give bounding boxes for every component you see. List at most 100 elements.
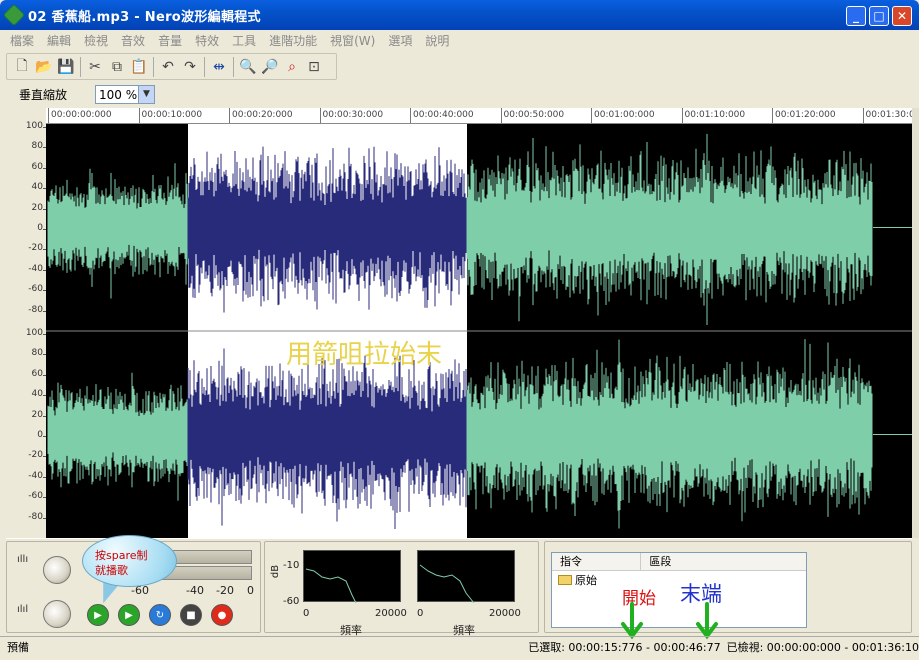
ruler-tick: 00:00:30:000 [319,108,383,123]
zoom-select[interactable]: 100 % ▼ [95,85,156,104]
copy-icon[interactable]: ⧉ [106,56,128,78]
amplitude-label: -60 [28,284,43,295]
menu-window[interactable]: 視窗(W) [330,32,375,49]
meter-label: 0 [247,584,254,597]
balance-icon: ılıl [17,604,29,615]
amplitude-label: 0 [37,430,43,440]
maximize-button[interactable]: □ [869,6,889,26]
zoom-selection-icon[interactable]: ⌕ [281,56,303,78]
menu-edit[interactable]: 編輯 [47,32,71,49]
freq-tick: 0 [303,608,310,619]
zoom-out-icon[interactable]: 🔎 [259,56,281,78]
amplitude-label: 40 [31,182,43,193]
menu-tools[interactable]: 工具 [232,32,256,49]
balance-knob[interactable] [43,600,71,628]
time-ruler[interactable]: 00:00:00:000 00:00:10:000 00:00:20:000 00:0… [46,108,912,124]
ruler-tick: 00:01:00:000 [591,108,655,123]
zoom-value: 100 % [99,87,138,102]
window-title: 02 香蕉船.mp3 - Nero波形編輯程式 [28,9,261,25]
bubble-line: 按spare制 [95,549,148,562]
amplitude-label: -40 [28,470,43,481]
play-selection-icon[interactable]: ▶ [118,604,140,626]
amplitude-label: 40 [31,389,43,400]
paste-icon[interactable]: 📋 [128,56,150,78]
amplitude-scale: 100 80 60 40 20 0 -20 -40 -60 -80 100 80 60 40 20 0 -20 -… [6,121,46,538]
spectrum-panel: dB -10 -60 0 20000 0 20000 頻率 頻率 [264,541,539,637]
zoom-full-icon[interactable]: ⊡ [303,56,325,78]
amplitude-label: 20 [31,409,43,420]
header-segment[interactable]: 區段 [641,553,806,570]
header-command[interactable]: 指令 [552,553,642,570]
redo-icon[interactable]: ↷ [179,56,201,78]
amplitude-label: 100 [25,328,43,338]
transport-panel: ıllı ılıl -60 -40 -20 0 按spare制 就播歌 ▶ ▶ … [6,535,261,633]
toolbar-separator [233,56,234,77]
amplitude-label: 80 [31,141,43,152]
waveform-canvas[interactable] [46,124,912,538]
toolbar-separator [153,56,154,77]
hint-bubble: 按spare制 就播歌 [82,535,177,587]
status-checked: 已檢視: 00:00:00:000 - 00:01:36:10 [726,640,919,654]
minimize-button[interactable]: _ [846,6,866,26]
menu-volume[interactable]: 音量 [158,32,182,49]
list-item[interactable]: 原始 [552,571,806,589]
command-panel: 指令 區段 原始 開始 末端 [544,541,912,640]
meter-label: -40 [186,584,204,597]
waveform-view[interactable]: 用箭咀拉始末 [46,124,912,538]
amplitude-label: 80 [31,348,43,359]
db-tick: -60 [283,596,300,607]
fit-icon[interactable]: ⇹ [208,56,230,78]
menu-file[interactable]: 檔案 [10,32,34,49]
amplitude-label: 20 [31,202,43,213]
ruler-tick: 00:00:10:000 [138,108,202,123]
loop-icon[interactable]: ↻ [149,604,171,626]
ruler-tick: 00:00:20:000 [229,108,293,123]
command-name: 原始 [575,574,597,587]
menu-bar: 檔案 編輯 檢視 音效 音量 特效 工具 進階功能 視窗(W) 選項 說明 [0,30,919,51]
new-icon[interactable]: 🗋 [11,56,33,78]
menu-view[interactable]: 檢視 [84,32,108,49]
status-bar: 預備 已選取: 00:00:15:776 - 00:00:46:77 已檢視: … [0,636,919,656]
spectrum-graph-right [417,550,515,603]
amplitude-label: 60 [31,161,43,172]
save-icon[interactable]: 💾 [55,56,77,78]
menu-effects[interactable]: 音效 [121,32,145,49]
vertical-scrollbar[interactable] [912,108,919,538]
menu-advanced[interactable]: 進階功能 [269,32,317,49]
title-bar: 02 香蕉船.mp3 - Nero波形編輯程式 _ □ ✕ [0,0,919,30]
volume-knob[interactable] [43,556,71,584]
toolbar: 🗋 📂 💾 ✂ ⧉ 📋 ↶ ↷ ⇹ 🔍 🔎 ⌕ ⊡ [6,53,337,80]
cut-icon[interactable]: ✂ [84,56,106,78]
ruler-tick: 00:01:30:0 [862,108,912,123]
chevron-down-icon[interactable]: ▼ [138,86,155,103]
ruler-tick: 00:01:20:000 [772,108,836,123]
command-list[interactable]: 指令 區段 原始 [551,552,807,628]
amplitude-label: -40 [28,263,43,274]
bottom-panels: ıllı ılıl -60 -40 -20 0 按spare制 就播歌 ▶ ▶ … [6,535,912,640]
play-icon[interactable]: ▶ [87,604,109,626]
freq-tick: 20000 [489,608,521,619]
menu-special-effects[interactable]: 特效 [195,32,219,49]
amplitude-label: 60 [31,368,43,379]
db-tick: -10 [283,560,300,571]
spectrum-graph-left [303,550,401,603]
toolbar-separator [80,56,81,77]
db-label: dB [270,564,282,579]
record-icon[interactable]: ● [211,604,233,626]
amplitude-label: -20 [28,243,43,254]
open-icon[interactable]: 📂 [33,56,55,78]
status-selected: 已選取: 00:00:15:776 - 00:00:46:77 [528,640,721,654]
ruler-tick: 00:01:10:000 [681,108,745,123]
command-list-header: 指令 區段 [552,553,806,571]
amplitude-label: -20 [28,450,43,461]
app-icon[interactable] [2,3,26,27]
menu-options[interactable]: 選項 [388,32,412,49]
zoom-in-icon[interactable]: 🔍 [237,56,259,78]
ruler-tick: 00:00:00:000 [48,108,112,123]
close-button[interactable]: ✕ [892,6,912,26]
menu-help[interactable]: 說明 [425,32,449,49]
folder-icon [558,575,572,585]
undo-icon[interactable]: ↶ [157,56,179,78]
meter-label: -20 [216,584,234,597]
stop-icon[interactable]: ■ [180,604,202,626]
